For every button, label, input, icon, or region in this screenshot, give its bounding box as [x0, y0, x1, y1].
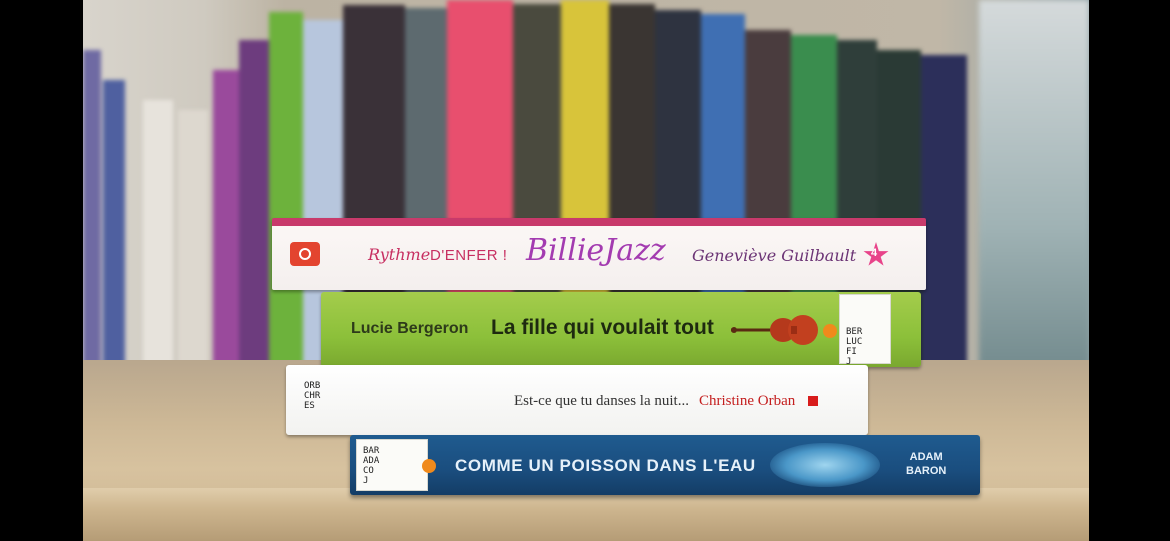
- background-window: [979, 0, 1089, 380]
- book-title: COMME UN POISSON DANS L'EAU: [455, 456, 756, 475]
- book-title: Est-ce que tu danses la nuit...: [514, 393, 689, 409]
- swimmer-illustration-icon: [770, 443, 880, 487]
- book-title: La fille qui voulait tout: [491, 316, 714, 339]
- book-est-ce-que-tu-danses-la-nuit: ORB CHR ES Est-ce que tu danses la nuit.…: [286, 365, 868, 435]
- orange-dot-sticker: [422, 459, 436, 473]
- call-number: BAR ADA CO J: [363, 446, 380, 486]
- book-author: ADAM BARON: [906, 451, 947, 477]
- book-la-fille-qui-voulait-tout: Lucie Bergeron La fille qui voulait tout…: [321, 292, 921, 367]
- call-number-label: BER LUC FI J: [839, 294, 891, 367]
- book-author: Geneviève Guilbault: [692, 246, 857, 265]
- call-number-label: BAR ADA CO J: [356, 439, 428, 491]
- call-number-label: ORB CHR ES: [300, 371, 336, 429]
- call-number: BER LUC FI J: [846, 327, 863, 367]
- call-number: ORB CHR ES: [304, 381, 321, 411]
- shelf-edge: [83, 488, 1089, 541]
- book-comme-un-poisson-dans-leau: BAR ADA CO J COMME UN POISSON DANS L'EAU…: [350, 435, 980, 495]
- publisher-logo-icon: [290, 242, 320, 266]
- book-author: Christine Orban: [699, 393, 796, 409]
- book-title: BillieJazz: [526, 233, 666, 268]
- violin-icon: [731, 315, 818, 345]
- photo: Rythme D'ENFER ! BillieJazz Geneviève Gu…: [83, 0, 1089, 541]
- series-prefix: Rythme: [368, 245, 431, 264]
- series-suffix: D'ENFER !: [430, 247, 508, 264]
- book-billie-jazz: Rythme D'ENFER ! BillieJazz Geneviève Gu…: [272, 218, 926, 290]
- volume-number: 4: [871, 247, 878, 259]
- book-author: Lucie Bergeron: [351, 320, 469, 337]
- orange-dot-sticker: [823, 324, 837, 338]
- publisher-mark-icon: [808, 396, 818, 406]
